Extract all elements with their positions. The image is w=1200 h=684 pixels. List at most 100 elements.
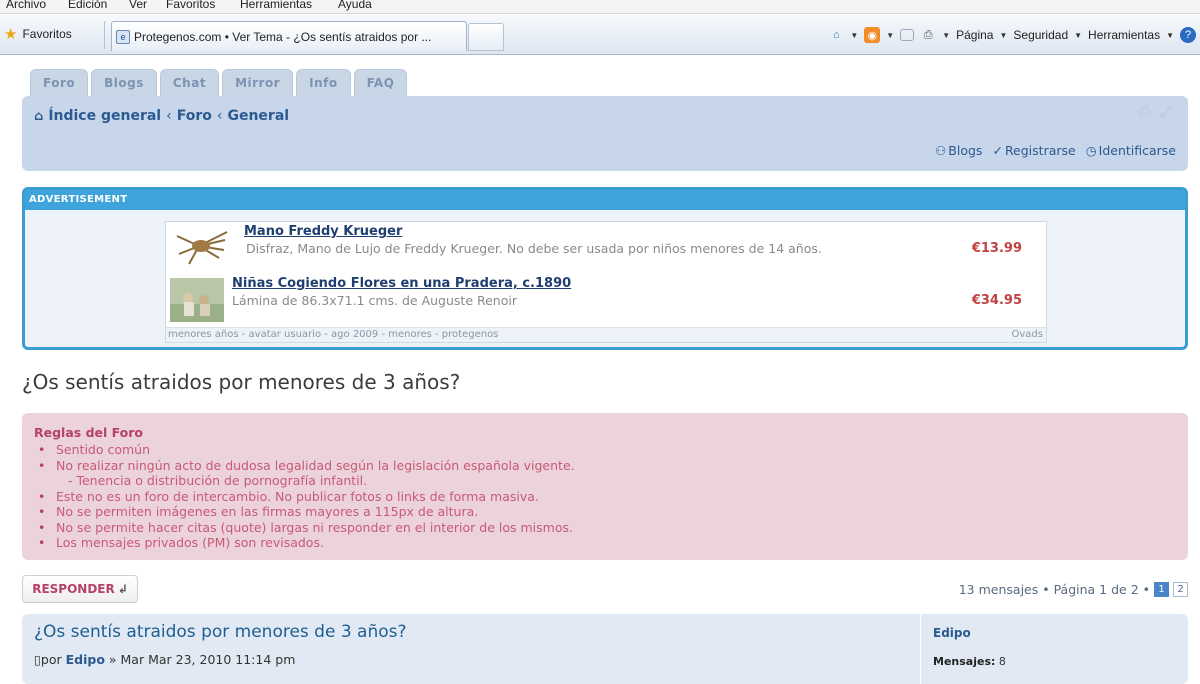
pagination-summary: 13 mensajes • Página 1 de 2 • [958, 582, 1150, 597]
ad-item[interactable]: Mano Freddy Krueger Disfraz, Mano de Luj… [166, 222, 1046, 274]
tab-foro[interactable]: Foro [30, 69, 89, 96]
favorites-label: Favoritos [22, 27, 72, 41]
forum-page: Foro Blogs Chat Mirror Info FAQ ⌂ Índice… [0, 56, 1200, 684]
chevron-down-icon[interactable]: ▼ [942, 31, 950, 40]
post-meta: ▯por Edipo » Mar Mar 23, 2010 11:14 pm [34, 652, 295, 667]
renoir-painting-thumbnail [170, 278, 224, 322]
command-bar: ⌂ ▼ ◉ ▼ ⎙ ▼ Página ▼ Seguridad ▼ Herramientas… [828, 25, 1200, 45]
ad-description: Lámina de 86.3x71.1 cms. de Auguste Reno… [232, 293, 517, 308]
breadcrumb-foro[interactable]: Foro [177, 108, 212, 124]
menu-ayuda[interactable]: Ayuda [338, 0, 372, 11]
messages-label: Mensajes: [933, 655, 996, 668]
rule-item: Sentido común [38, 442, 575, 458]
reply-arrow-icon: ↲ [117, 582, 128, 596]
page-1-button[interactable]: 1 [1154, 582, 1169, 597]
post-date: » Mar Mar 23, 2010 11:14 pm [108, 652, 296, 667]
topic-title: ¿Os sentís atraidos por menores de 3 año… [22, 370, 461, 394]
ad-description: Disfraz, Mano de Lujo de Freddy Krueger.… [246, 241, 822, 256]
breadcrumb-index[interactable]: Índice general [48, 108, 161, 124]
rule-item: Los mensajes privados (PM) son revisados… [38, 535, 575, 551]
star-icon: ★ [4, 26, 18, 43]
blogs-icon: ⚇ [935, 143, 947, 158]
font-size-icon[interactable]: ⤢ [1159, 102, 1172, 122]
ad-price: €13.99 [971, 241, 1022, 256]
page-tools: ⎙ ⤢ [1138, 102, 1172, 122]
page-2-button[interactable]: 2 [1173, 582, 1188, 597]
blogs-link[interactable]: ⚇ Blogs [935, 143, 982, 158]
ad-item[interactable]: Niñas Cogiendo Flores en una Pradera, c.… [166, 274, 1046, 326]
ad-footer-tags: menores años - avatar usuario - ago 2009… [168, 329, 499, 340]
messages-count: 8 [998, 655, 1006, 668]
login-link[interactable]: ◷ Identificarse [1086, 143, 1176, 158]
pagination: 13 mensajes • Página 1 de 2 • 1 2 [959, 582, 1188, 597]
print-icon[interactable]: ⎙ [1138, 102, 1151, 122]
chevron-down-icon[interactable]: ▼ [850, 31, 858, 40]
home-icon[interactable]: ⌂ [828, 27, 844, 43]
browser-tab-active[interactable]: e Protegenos.com • Ver Tema - ¿Os sentís… [111, 21, 467, 51]
post-author-link[interactable]: Edipo [66, 652, 105, 667]
menu-herramientas[interactable]: Herramientas [240, 0, 312, 11]
reply-label: RESPONDER [32, 582, 115, 596]
security-menu[interactable]: Seguridad [1013, 28, 1068, 42]
rule-subitem: - Tenencia o distribución de pornografía… [68, 473, 368, 488]
breadcrumb-general[interactable]: General [227, 108, 289, 124]
freddy-glove-thumbnail [176, 231, 228, 265]
new-tab-button[interactable] [468, 23, 504, 51]
tab-blogs[interactable]: Blogs [91, 69, 157, 96]
register-link[interactable]: ✓ Registrarse [992, 143, 1075, 158]
advertisement-list: Mano Freddy Krueger Disfraz, Mano de Luj… [165, 221, 1047, 343]
help-icon[interactable]: ? [1180, 27, 1196, 43]
browser-tab-title: Protegenos.com • Ver Tema - ¿Os sentís a… [134, 29, 432, 44]
advertisement-header: ADVERTISEMENT [25, 190, 1185, 210]
profile-messages: Mensajes: 8 [933, 655, 1006, 668]
ad-footer-brand[interactable]: Ovads [1012, 328, 1043, 342]
home-icon: ⌂ [34, 108, 44, 124]
read-mail-icon[interactable] [900, 29, 915, 41]
forum-rules-box: Reglas del Foro Sentido común No realiza… [22, 413, 1188, 560]
tab-mirror[interactable]: Mirror [222, 69, 294, 96]
rss-feed-icon[interactable]: ◉ [864, 27, 881, 43]
menu-archivo[interactable]: Archivo [6, 0, 46, 11]
profile-author[interactable]: Edipo [933, 626, 971, 640]
post-meta-prefix: por [40, 652, 62, 667]
site-nav-tabs: Foro Blogs Chat Mirror Info FAQ [30, 69, 408, 96]
page-menu[interactable]: Página [956, 28, 993, 42]
chevron-down-icon[interactable]: ▼ [999, 31, 1007, 40]
menu-favoritos[interactable]: Favoritos [166, 0, 215, 11]
register-label: Registrarse [1004, 143, 1076, 158]
user-links: ⚇ Blogs ✓ Registrarse ◷ Identificarse [935, 143, 1176, 158]
tab-chat[interactable]: Chat [159, 69, 220, 96]
print-icon[interactable]: ⎙ [920, 27, 936, 43]
ad-title[interactable]: Mano Freddy Krueger [244, 224, 402, 239]
chevron-down-icon[interactable]: ▼ [886, 31, 894, 40]
advertisement-box: ADVERTISEMENT Mano Freddy Krueger Disfra… [22, 187, 1188, 350]
breadcrumb-separator: ‹ [166, 108, 172, 124]
page-icon: e [116, 29, 130, 44]
ad-price: €34.95 [971, 293, 1022, 308]
rules-list: Sentido común No realizar ningún acto de… [38, 442, 575, 551]
toolbar-divider [104, 21, 105, 49]
tab-faq[interactable]: FAQ [353, 69, 408, 96]
tab-info[interactable]: Info [296, 69, 351, 96]
login-label: Identificarse [1098, 143, 1176, 158]
favorites-button[interactable]: ★ Favoritos [4, 25, 72, 43]
rules-title: Reglas del Foro [34, 425, 143, 440]
checkmark-icon: ✓ [992, 143, 1003, 158]
post-title[interactable]: ¿Os sentís atraidos por menores de 3 año… [34, 622, 407, 642]
browser-menubar: Archivo Edición Ver Favoritos Herramient… [0, 0, 1200, 14]
post-icon: ▯ [34, 652, 41, 667]
rule-item: Este no es un foro de intercambio. No pu… [38, 489, 575, 505]
chevron-down-icon[interactable]: ▼ [1166, 31, 1174, 40]
ad-footer: menores años - avatar usuario - ago 2009… [166, 327, 1046, 342]
reply-button[interactable]: RESPONDER ↲ [22, 575, 138, 603]
rule-item: No se permiten imágenes en las firmas ma… [38, 504, 575, 520]
ad-title[interactable]: Niñas Cogiendo Flores en una Pradera, c.… [232, 276, 571, 291]
header-box: ⌂ Índice general ‹ Foro ‹ General ⎙ ⤢ ⚇ B… [22, 96, 1188, 171]
menu-ver[interactable]: Ver [129, 0, 147, 11]
menu-edicion[interactable]: Edición [68, 0, 107, 11]
tools-menu[interactable]: Herramientas [1088, 28, 1160, 42]
browser-tabbar: ★ Favoritos e Protegenos.com • Ver Tema … [0, 15, 1200, 55]
chevron-down-icon[interactable]: ▼ [1074, 31, 1082, 40]
blogs-label: Blogs [948, 143, 983, 158]
breadcrumb: ⌂ Índice general ‹ Foro ‹ General [34, 108, 289, 124]
